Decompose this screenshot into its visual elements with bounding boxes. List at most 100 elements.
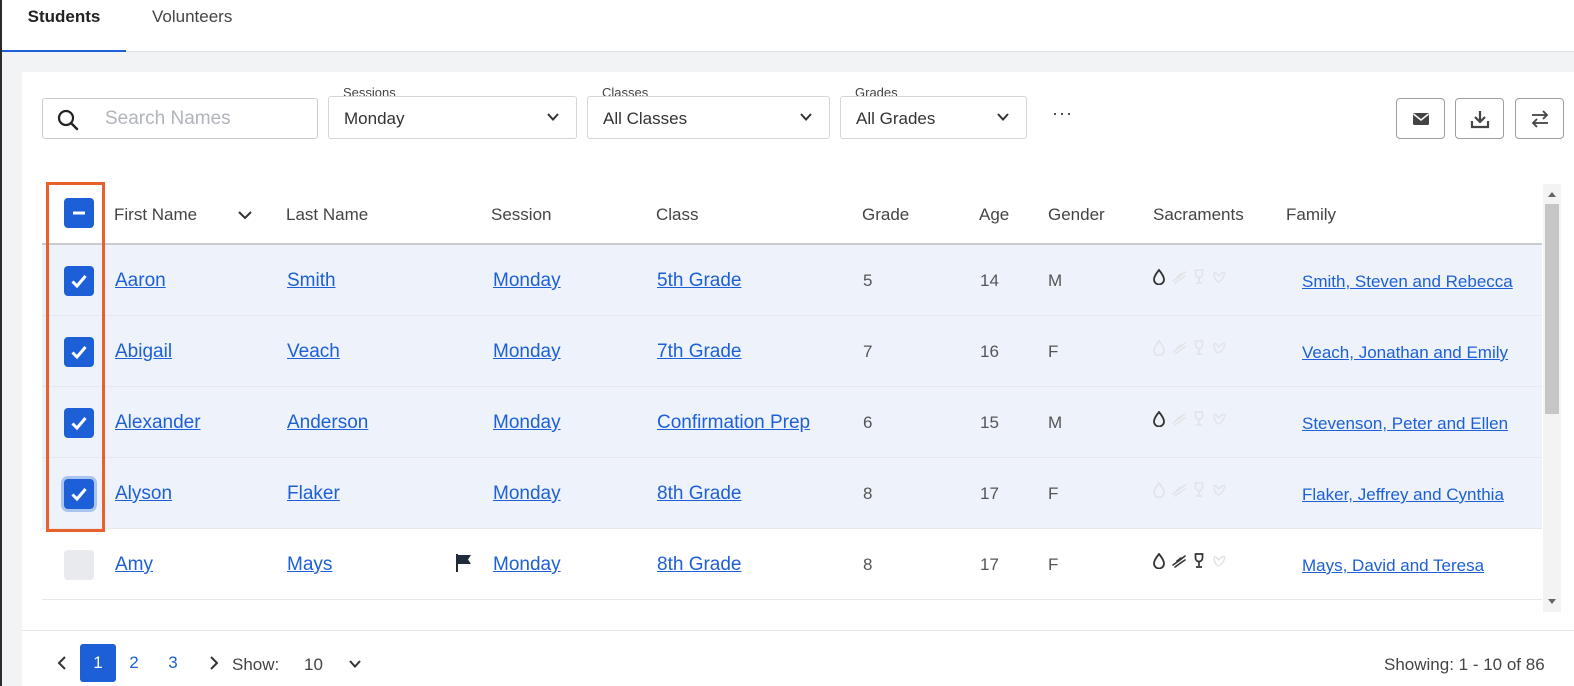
chevron-down-icon: [349, 660, 361, 668]
anointing-hand-icon: [1172, 342, 1186, 355]
page-size-select[interactable]: 10: [292, 645, 372, 681]
row-checkbox[interactable]: [64, 337, 94, 367]
search-icon: [57, 109, 79, 136]
next-page-button[interactable]: [204, 644, 224, 682]
family-link[interactable]: Smith, Steven and Rebecca: [1302, 272, 1513, 292]
sacraments-icons: [1152, 552, 1232, 574]
download-button[interactable]: [1455, 98, 1504, 139]
first-name-link[interactable]: Alyson: [115, 483, 172, 505]
last-name-link[interactable]: Smith: [287, 270, 336, 292]
header-sacraments: Sacraments: [1153, 205, 1244, 224]
header-last-name[interactable]: Last Name: [286, 205, 368, 225]
class-link[interactable]: 8th Grade: [657, 483, 742, 505]
dove-icon: [1213, 342, 1226, 354]
session-link[interactable]: Monday: [493, 270, 561, 292]
minus-icon: [73, 211, 85, 215]
sacraments-icons: [1152, 481, 1232, 503]
water-drop-icon: [1153, 481, 1165, 499]
prev-page-button[interactable]: [52, 644, 72, 682]
last-name-link[interactable]: Flaker: [287, 483, 340, 505]
search-input[interactable]: [105, 107, 305, 131]
dove-icon: [1213, 555, 1226, 567]
header-age[interactable]: Age: [979, 205, 1009, 225]
first-name-link[interactable]: Alexander: [115, 412, 201, 434]
email-button[interactable]: [1396, 98, 1445, 139]
tab-bar: Students Volunteers: [2, 0, 1574, 52]
page-2-button[interactable]: 2: [124, 644, 144, 682]
chevron-down-icon: [996, 110, 1010, 129]
swap-columns-button[interactable]: [1515, 98, 1564, 139]
anointing-hand-icon: [1172, 413, 1186, 426]
dove-icon: [1213, 413, 1226, 425]
sacraments-icons: [1152, 268, 1232, 290]
header-class[interactable]: Class: [656, 205, 699, 225]
more-filters-button[interactable]: ···: [1052, 104, 1073, 122]
sessions-select[interactable]: Monday: [328, 96, 577, 139]
grades-select[interactable]: All Grades: [840, 96, 1027, 139]
tab-volunteers[interactable]: Volunteers: [152, 0, 232, 52]
water-drop-icon: [1153, 339, 1165, 357]
mail-icon: [1413, 113, 1429, 125]
first-name-link[interactable]: Abigail: [115, 341, 172, 363]
header-first-name[interactable]: First Name: [114, 205, 197, 225]
last-name-link[interactable]: Anderson: [287, 412, 368, 434]
checkmark-icon: [71, 346, 87, 360]
family-link[interactable]: Flaker, Jeffrey and Cynthia: [1302, 485, 1504, 505]
swap-icon: [1531, 110, 1549, 128]
row-checkbox[interactable]: [64, 550, 94, 580]
chalice-icon: [1194, 482, 1204, 497]
first-name-link[interactable]: Aaron: [115, 270, 166, 292]
flag-icon[interactable]: [455, 553, 473, 578]
scroll-down-arrow-icon[interactable]: [1548, 599, 1556, 604]
row-checkbox[interactable]: [64, 479, 94, 509]
chevron-down-icon: [546, 110, 560, 129]
last-name-link[interactable]: Veach: [287, 341, 340, 363]
family-link[interactable]: Stevenson, Peter and Ellen: [1302, 414, 1508, 434]
class-link[interactable]: 7th Grade: [657, 341, 742, 363]
sort-chevron-down-icon[interactable]: [237, 207, 253, 227]
scrollbar-thumb[interactable]: [1545, 204, 1559, 414]
family-link[interactable]: Mays, David and Teresa: [1302, 556, 1484, 576]
class-link[interactable]: Confirmation Prep: [657, 412, 810, 434]
header-session[interactable]: Session: [491, 205, 551, 225]
chevron-right-icon: [210, 656, 219, 670]
table-scrollbar[interactable]: [1543, 184, 1561, 612]
tab-students[interactable]: Students: [2, 0, 126, 52]
class-link[interactable]: 8th Grade: [657, 554, 742, 576]
download-icon: [1470, 111, 1490, 129]
row-checkbox[interactable]: [64, 408, 94, 438]
gender-cell: M: [1048, 271, 1063, 290]
anointing-hand-icon: [1172, 555, 1186, 568]
family-link[interactable]: Veach, Jonathan and Emily: [1302, 343, 1508, 363]
first-name-link[interactable]: Amy: [115, 554, 153, 576]
classes-select[interactable]: All Classes: [587, 96, 830, 139]
header-gender[interactable]: Gender: [1048, 205, 1105, 225]
table-row: Abigail Veach Monday 7th Grade 7 16 F Veach, Jo…: [42, 316, 1542, 387]
session-link[interactable]: Monday: [493, 412, 561, 434]
grade-cell: 8: [863, 484, 873, 503]
grade-cell: 8: [863, 555, 873, 574]
chevron-left-icon: [57, 656, 66, 670]
page-1-button[interactable]: 1: [80, 644, 116, 682]
header-family[interactable]: Family: [1286, 205, 1336, 225]
anointing-hand-icon: [1172, 271, 1186, 284]
pagination-bar: 1 2 3 Show: 10 Showing: 1 - 10 of 86: [22, 630, 1574, 686]
chalice-icon: [1194, 411, 1204, 426]
checkmark-icon: [71, 417, 87, 431]
class-link[interactable]: 5th Grade: [657, 270, 742, 292]
students-card: Sessions Monday Classes All Classes Grad…: [22, 72, 1574, 686]
last-name-link[interactable]: Mays: [287, 554, 332, 576]
page-3-button[interactable]: 3: [163, 644, 183, 682]
session-link[interactable]: Monday: [493, 554, 561, 576]
sacraments-icons: [1152, 410, 1232, 432]
show-label: Show:: [232, 655, 280, 674]
header-grade[interactable]: Grade: [862, 205, 909, 225]
scroll-up-arrow-icon[interactable]: [1548, 192, 1556, 197]
row-checkbox[interactable]: [64, 266, 94, 296]
table-row: Alyson Flaker Monday 8th Grade 8 17 F Flaker, J…: [42, 458, 1542, 529]
select-all-checkbox[interactable]: [64, 198, 94, 228]
session-link[interactable]: Monday: [493, 341, 561, 363]
age-cell: 17: [980, 484, 999, 503]
chalice-icon: [1194, 553, 1204, 568]
session-link[interactable]: Monday: [493, 483, 561, 505]
